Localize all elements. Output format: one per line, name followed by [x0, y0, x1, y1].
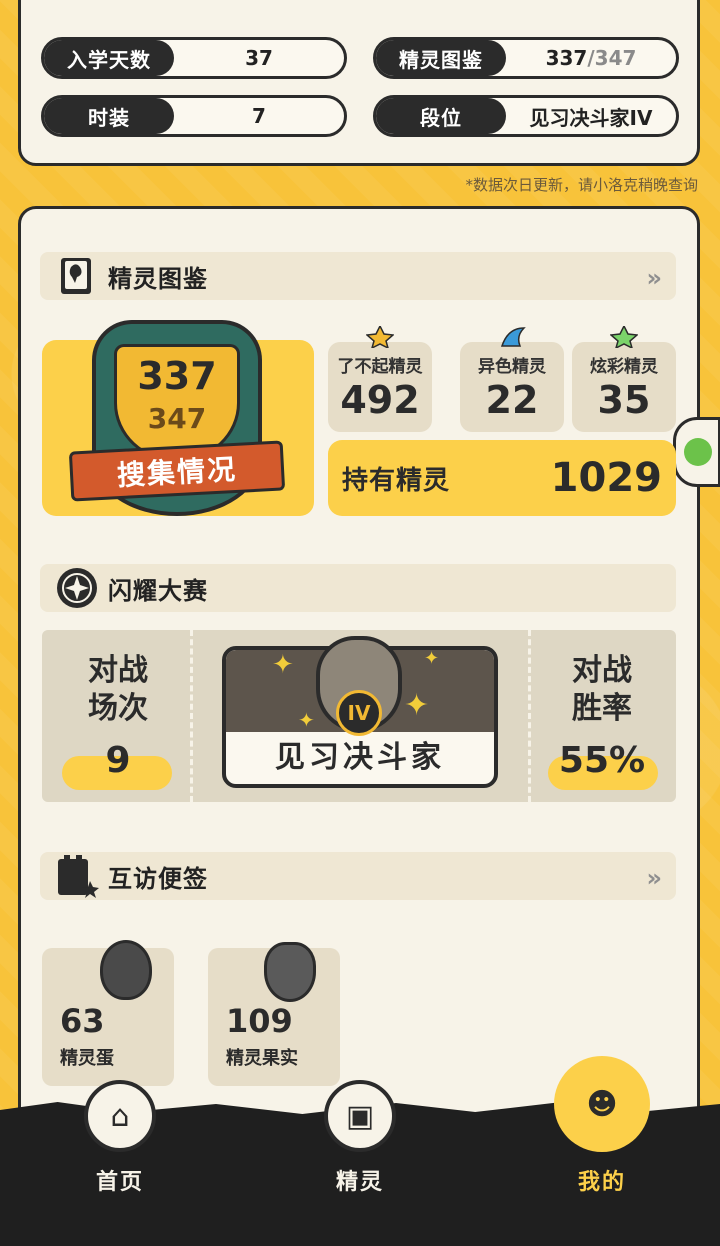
strip-divider — [190, 630, 193, 802]
section-title: 精灵图鉴 — [108, 264, 208, 293]
stat-value: 见习决斗家IV — [529, 105, 653, 130]
double-chevron-right-icon[interactable]: » — [646, 864, 661, 892]
matches-label-line2: 场次 — [88, 691, 148, 726]
stat-pokedex: 精灵图鉴 337/347 — [373, 37, 679, 79]
rank-level-badge: IV — [336, 690, 382, 736]
stat-value: 337/347 — [506, 46, 676, 70]
stat-label: 入学天数 — [44, 40, 174, 76]
stat-value: 37 — [245, 46, 273, 70]
backpack-icon: ▣ — [324, 1080, 396, 1152]
owned-pets-bar[interactable]: 持有精灵 1029 — [328, 440, 676, 516]
nav-label: 首页 — [95, 1170, 144, 1195]
stat-label: 段位 — [376, 98, 506, 134]
nav-profile[interactable]: ☻ 我的 — [542, 1056, 662, 1230]
notes-icon — [54, 853, 100, 899]
stat-enroll-days: 入学天数 37 — [41, 37, 347, 79]
section-visit-header[interactable]: 互访便签 » — [40, 852, 676, 900]
collected-count: 337 — [137, 354, 217, 398]
section-title: 互访便签 — [108, 864, 208, 893]
matches-value: 9 — [105, 740, 131, 781]
collection-trophy: 337 347 搜集情况 — [68, 320, 286, 516]
collection-ribbon: 搜集情况 — [68, 440, 286, 502]
visit-value: 63 — [60, 1002, 105, 1040]
stat-value-main: 337 — [545, 46, 588, 70]
update-note: *数据次日更新，请小洛克稍晚查询 — [465, 176, 698, 194]
sparkle-icon: ✦ — [298, 708, 315, 732]
home-icon: ⌂ — [84, 1080, 156, 1152]
profile-icon: ☻ — [554, 1056, 650, 1152]
visit-value: 109 — [226, 1002, 293, 1040]
chat-icon — [684, 438, 712, 466]
visit-label: 精灵果实 — [226, 1048, 298, 1069]
section-pokedex-header[interactable]: 精灵图鉴 » — [40, 252, 676, 300]
stat-label: 时装 — [44, 98, 174, 134]
acorn-icon — [264, 942, 316, 1002]
rainbow-star-icon — [610, 326, 638, 348]
sparkle-icon: ✦ — [272, 650, 294, 680]
stats-card: 入学天数 37 精灵图鉴 337/347 时装 7 段位 见习决斗家IV — [18, 0, 700, 166]
winrate-label-line1: 对战 — [572, 653, 632, 688]
section-contest-header: 闪耀大赛 — [40, 564, 676, 612]
mini-card-value: 35 — [597, 378, 651, 422]
nav-label: 我的 — [577, 1170, 626, 1195]
winrate-value: 55% — [558, 740, 646, 781]
stat-label: 精灵图鉴 — [376, 40, 506, 76]
stat-rank: 段位 见习决斗家IV — [373, 95, 679, 137]
sparkle-icon: ✦ — [404, 688, 430, 723]
book-icon — [54, 253, 100, 299]
nav-home[interactable]: ⌂ 首页 — [60, 1080, 180, 1230]
stat-value-suffix: /347 — [587, 46, 637, 70]
total-count: 347 — [147, 402, 207, 435]
mini-card-label: 异色精灵 — [478, 357, 546, 377]
mini-card-value: 22 — [485, 378, 539, 422]
stat-value: 7 — [252, 104, 266, 128]
egg-icon — [100, 940, 152, 1000]
fin-icon — [500, 327, 526, 347]
visit-label: 精灵蛋 — [60, 1048, 114, 1069]
section-title: 闪耀大赛 — [108, 576, 208, 605]
mini-card-label: 了不起精灵 — [337, 357, 423, 377]
sparkle-icon: ✦ — [424, 648, 440, 669]
owned-label: 持有精灵 — [342, 465, 451, 496]
mini-card-value: 492 — [340, 378, 420, 422]
owned-value: 1029 — [550, 455, 662, 501]
chat-button[interactable] — [673, 417, 720, 487]
rank-title: 见习决斗家 — [275, 740, 445, 775]
nav-pets[interactable]: ▣ 精灵 — [300, 1080, 420, 1230]
winrate-label-line2: 胜率 — [572, 691, 632, 726]
mini-card-colorful[interactable]: 炫彩精灵 35 — [572, 326, 676, 432]
matches-label-line1: 对战 — [88, 653, 148, 688]
contest-emblem-icon — [54, 565, 100, 611]
nav-label: 精灵 — [335, 1170, 384, 1195]
mini-card-shiny[interactable]: 异色精灵 22 — [460, 327, 564, 432]
double-chevron-right-icon[interactable]: » — [646, 264, 661, 292]
strip-divider — [528, 630, 531, 802]
mini-card-label: 炫彩精灵 — [590, 357, 658, 377]
mini-card-great[interactable]: 了不起精灵 492 — [328, 326, 432, 432]
stat-outfits: 时装 7 — [41, 95, 347, 137]
star-icon — [366, 326, 394, 348]
